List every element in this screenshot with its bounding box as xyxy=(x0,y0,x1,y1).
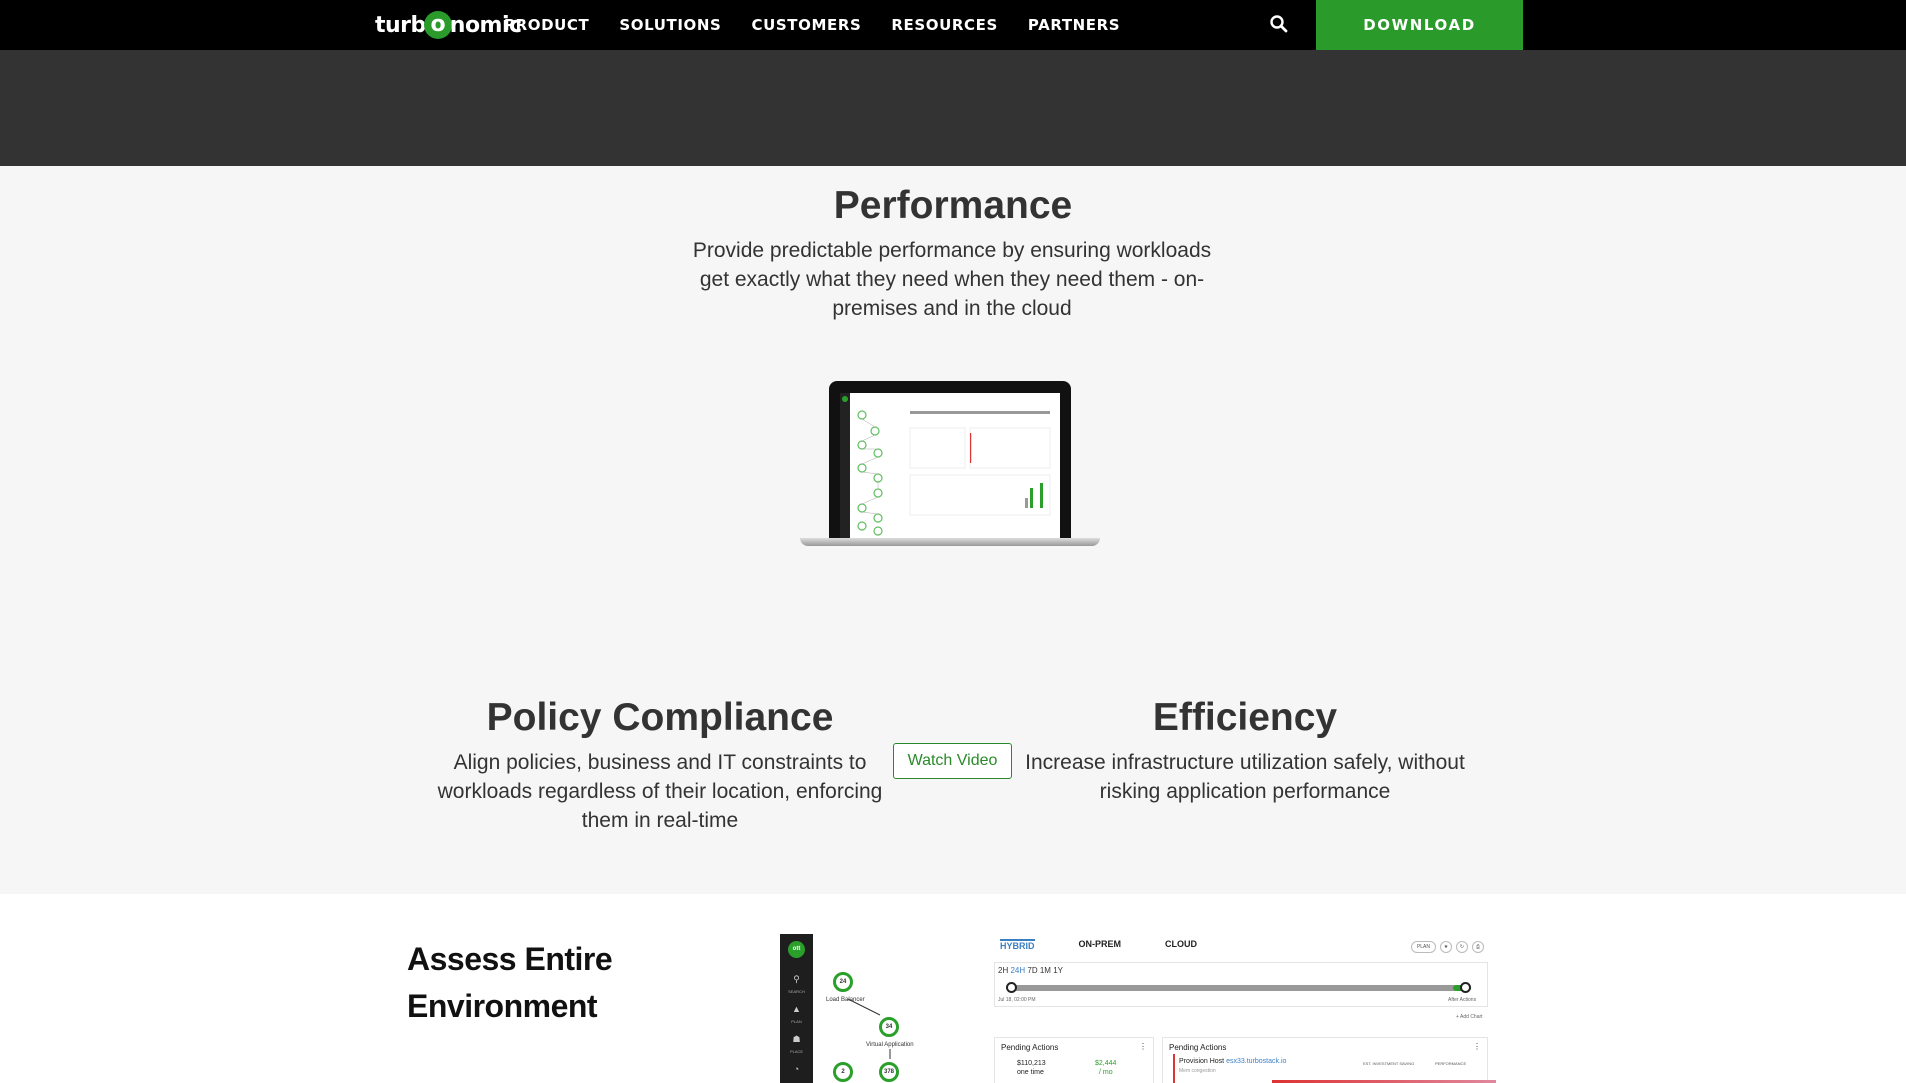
refresh-icon[interactable]: ↻ xyxy=(1456,941,1468,953)
investment-label: one time xyxy=(1017,1069,1044,1076)
print-icon[interactable]: ⎙ xyxy=(1472,941,1484,953)
top-nav: turb o nomic PRODUCT SOLUTIONS CUSTOMERS R… xyxy=(0,0,1906,50)
dashboard-tabs: HYBRID ON-PREM CLOUD xyxy=(1000,939,1197,957)
efficiency-title: Efficiency xyxy=(1152,696,1338,739)
action-target-link[interactable]: esx33.turbostack.io xyxy=(1226,1058,1286,1065)
more-icon[interactable]: ⋮ xyxy=(1139,1042,1147,1051)
dashboard-toolbar: PLAN ★ ↻ ⎙ xyxy=(1410,941,1484,953)
turbonomic-logo[interactable]: turb o nomic xyxy=(375,10,522,40)
performance-description: Provide predictable performance by ensur… xyxy=(692,239,1212,320)
range-option[interactable]: 7D xyxy=(1027,966,1037,975)
hero-band xyxy=(0,50,1906,166)
more-icon[interactable]: ⋮ xyxy=(1473,1042,1481,1051)
tab-cloud[interactable]: CLOUD xyxy=(1165,939,1197,957)
timeline-start-label: Jul 18, 02:00 PM xyxy=(998,997,1036,1003)
download-button[interactable]: DOWNLOAD xyxy=(1316,0,1523,50)
performance-title: Performance xyxy=(833,184,1073,227)
action-row[interactable]: Provision Host esx33.turbostack.io xyxy=(1179,1058,1286,1065)
range-option[interactable]: 1M xyxy=(1040,966,1051,975)
timeline-end-handle[interactable] xyxy=(1460,982,1471,993)
dashboard-logo: ott xyxy=(788,941,805,958)
pending-actions-detail-card: Pending Actions ⋮ Provision Host esx33.t… xyxy=(1162,1037,1488,1083)
search-icon: ⚲ xyxy=(793,974,800,984)
range-option-selected[interactable]: 24H xyxy=(1010,966,1025,975)
policy-compliance-title: Policy Compliance xyxy=(486,696,834,739)
nav-link-partners[interactable]: PARTNERS xyxy=(1028,16,1120,34)
tab-on-prem[interactable]: ON-PREM xyxy=(1079,939,1122,957)
star-icon[interactable]: ★ xyxy=(1440,941,1452,953)
time-range-options[interactable]: 2H 24H 7D 1M 1Y xyxy=(998,966,1063,975)
watch-video-button[interactable]: Watch Video xyxy=(893,743,1012,779)
nav-links: PRODUCT SOLUTIONS CUSTOMERS RESOURCES PA… xyxy=(504,0,1120,50)
action-severity-bar xyxy=(1173,1054,1175,1083)
laptop-base xyxy=(800,538,1100,546)
add-chart-link[interactable]: + Add Chart xyxy=(1456,1014,1483,1020)
assess-title: Assess Entire Environment xyxy=(407,941,613,1024)
timeline-track[interactable] xyxy=(1011,985,1471,991)
column-header-performance: PERFORMANCE xyxy=(1435,1061,1467,1066)
action-text: Provision Host xyxy=(1179,1058,1225,1065)
timeline-end-label: After Actions xyxy=(1448,997,1477,1003)
assess-section: Assess Entire Environment ott ⚲ SEARCH ▲… xyxy=(0,894,1906,1083)
savings-label: / mo xyxy=(1099,1069,1113,1076)
plan-icon: ▲ xyxy=(792,1004,801,1014)
dashboard-screenshot: ott ⚲ SEARCH ▲ PLAN ☗ PLACE ◔ 24 Load Ba… xyxy=(780,934,1496,1083)
nav-link-solutions[interactable]: SOLUTIONS xyxy=(619,16,721,34)
nav-link-resources[interactable]: RESOURCES xyxy=(891,16,998,34)
pending-actions-card: Pending Actions ⋮ $110,213 one time $2,4… xyxy=(994,1037,1154,1083)
logo-o-mark: o xyxy=(423,11,452,39)
dashboard-sidebar: ott ⚲ SEARCH ▲ PLAN ☗ PLACE ◔ xyxy=(780,934,813,1083)
logo-text-left: turb xyxy=(375,12,426,38)
laptop-image xyxy=(800,381,1100,551)
sidebar-label-search: SEARCH xyxy=(788,989,805,994)
laptop-screen xyxy=(840,393,1060,538)
sidebar-label-place: PLACE xyxy=(789,1049,804,1054)
range-option[interactable]: 1Y xyxy=(1053,966,1063,975)
place-icon: ☗ xyxy=(792,1034,801,1044)
timeline-start-handle[interactable] xyxy=(1006,982,1017,993)
range-option[interactable]: 2H xyxy=(998,966,1008,975)
investment-amount: $110,213 xyxy=(1017,1060,1046,1067)
policy-compliance-description: Align policies, business and IT constrai… xyxy=(437,751,883,832)
efficiency-description: Increase infrastructure utilization safe… xyxy=(1025,751,1465,803)
card-title: Pending Actions xyxy=(1169,1043,1227,1052)
column-header-investment: EST. INVESTMENT SAVING xyxy=(1363,1061,1415,1066)
action-note: Mem congestion xyxy=(1179,1068,1216,1074)
nav-link-customers[interactable]: CUSTOMERS xyxy=(751,16,861,34)
nav-link-product[interactable]: PRODUCT xyxy=(504,16,589,34)
plan-button[interactable]: PLAN xyxy=(1410,941,1436,953)
chart-icon: ◔ xyxy=(793,1064,800,1074)
features-section: Performance Provide predictable performa… xyxy=(0,166,1906,894)
search-icon[interactable] xyxy=(1268,13,1290,35)
savings-amount: $2,444 xyxy=(1095,1060,1117,1067)
tab-hybrid[interactable]: HYBRID xyxy=(1000,939,1035,957)
topology-edges xyxy=(847,998,891,1059)
card-title: Pending Actions xyxy=(1001,1043,1059,1052)
sidebar-label-plan: PLAN xyxy=(791,1019,802,1024)
timeline-panel: 2H 24H 7D 1M 1Y Jul 18, 02:00 PM After A… xyxy=(994,962,1488,1007)
